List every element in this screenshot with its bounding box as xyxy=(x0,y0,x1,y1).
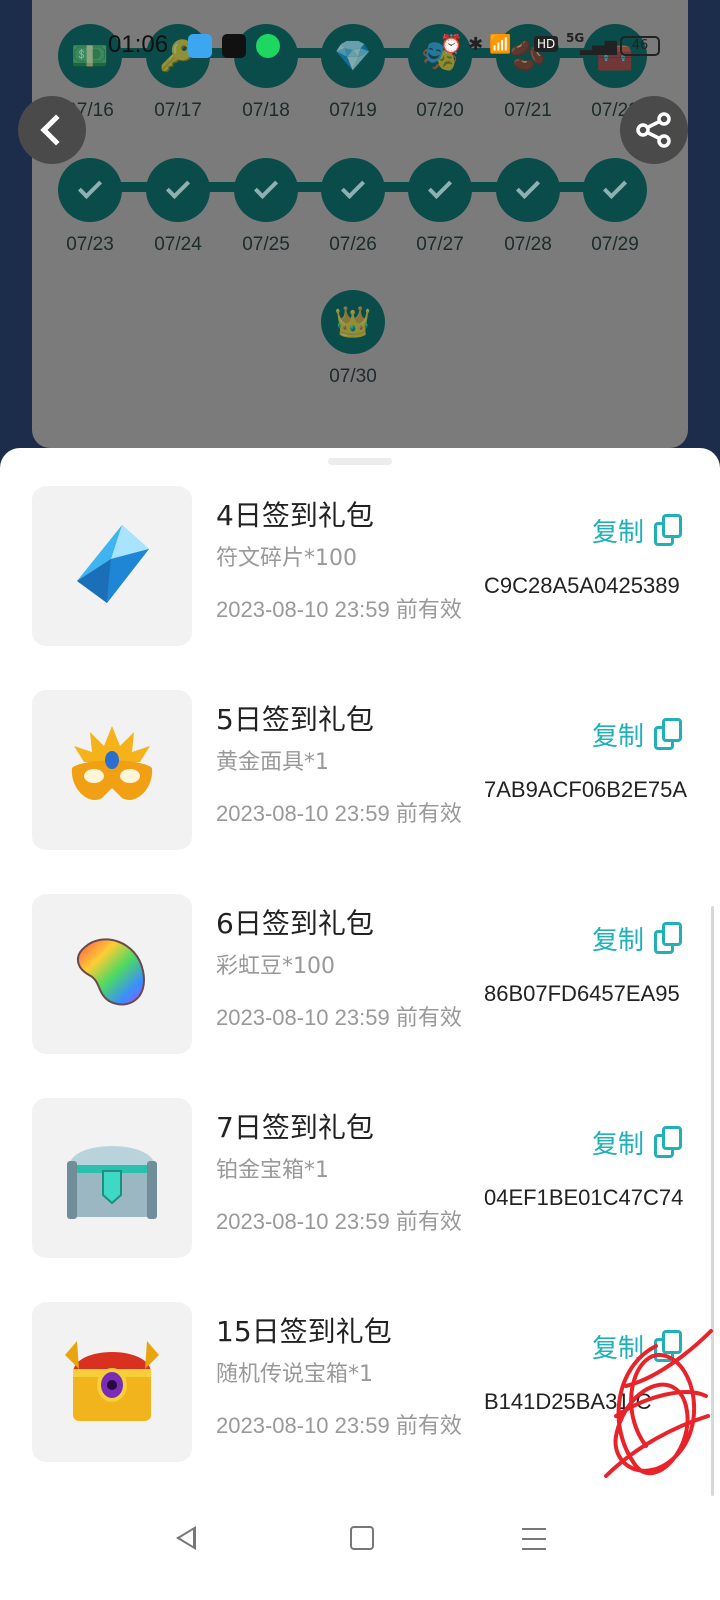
check-icon xyxy=(77,174,103,200)
gift-code-row: 5日签到礼包黄金面具*1 2023-08-10 23:59 前有效 复制 7AB9AC… xyxy=(0,690,720,850)
gift-code: 86B07FD6457EA95 xyxy=(484,981,680,1006)
back-button[interactable] xyxy=(18,96,86,164)
check-icon xyxy=(427,174,453,200)
system-nav-bar xyxy=(0,1506,720,1600)
calendar-date-label: 07/20 xyxy=(416,100,464,121)
calendar-day-node[interactable] xyxy=(58,158,122,222)
copy-button[interactable]: 复制 xyxy=(592,714,683,754)
calendar-date-label: 07/19 xyxy=(329,100,377,121)
gift-expiry: 2023-08-10 23:59 前有效 xyxy=(216,1209,462,1234)
copy-button[interactable]: 复制 xyxy=(592,1122,683,1162)
gift-item: 黄金面具*1 xyxy=(216,750,329,775)
chevron-left-icon xyxy=(40,114,72,146)
gift-item: 随机传说宝箱*1 xyxy=(216,1362,373,1387)
calendar-day-node[interactable] xyxy=(146,158,210,222)
share-button[interactable] xyxy=(620,96,688,164)
gift-expiry: 2023-08-10 23:59 前有效 xyxy=(216,1005,462,1030)
copy-button[interactable]: 复制 xyxy=(592,510,683,550)
calendar-day-node[interactable] xyxy=(583,158,647,222)
copy-icon xyxy=(654,514,683,546)
calendar-day-node[interactable] xyxy=(408,158,472,222)
hd-badge: HD xyxy=(534,36,559,52)
calendar-date-label: 07/23 xyxy=(66,234,114,255)
battery-icon: 46 xyxy=(620,36,660,56)
copy-label: 复制 xyxy=(592,517,645,548)
copy-icon xyxy=(654,1126,683,1158)
copy-label: 复制 xyxy=(592,721,645,752)
legendary-chest-icon xyxy=(57,1325,167,1439)
gift-thumbnail xyxy=(32,1302,192,1462)
gift-title: 15日签到礼包 xyxy=(216,1315,392,1348)
calendar-date-label: 07/28 xyxy=(504,234,552,255)
weather-app-icon xyxy=(188,34,212,58)
calendar-date-label: 07/30 xyxy=(329,366,377,387)
sheet-drag-handle[interactable] xyxy=(328,458,392,465)
copy-button[interactable]: 复制 xyxy=(592,918,683,958)
nav-menu-icon[interactable] xyxy=(522,1528,546,1550)
spotify-app-icon xyxy=(256,34,280,58)
calendar-date-label: 07/26 xyxy=(329,234,377,255)
gift-thumbnail xyxy=(32,486,192,646)
redaction-scribble xyxy=(604,1329,713,1478)
share-icon xyxy=(636,112,671,148)
check-icon xyxy=(602,174,628,200)
gift-item: 符文碎片*100 xyxy=(216,546,357,571)
copy-label: 复制 xyxy=(592,1129,645,1160)
nav-home-icon[interactable] xyxy=(350,1526,374,1550)
check-icon xyxy=(253,174,279,200)
checkin-calendar-card: 💵 07/16 🔑 07/17 07/18 💎 07/19 🎭 07/20 🫘 07/21 🧰 07/2… xyxy=(32,0,688,448)
gift-code: C9C28A5A0425389 xyxy=(484,573,680,598)
treasure-chest-icon: 👑 xyxy=(334,304,372,340)
platinum-chest-icon xyxy=(57,1121,167,1235)
gift-code-row: 7日签到礼包铂金宝箱*1 2023-08-10 23:59 前有效 复制 04EF1B… xyxy=(0,1098,720,1258)
calendar-date-label: 07/29 xyxy=(591,234,639,255)
gift-code: 7AB9ACF06B2E75A xyxy=(484,777,688,802)
gift-expiry: 2023-08-10 23:59 前有效 xyxy=(216,801,462,826)
signal-bars-icon: ▂▄▆ xyxy=(580,36,617,55)
calendar-date-label: 07/25 xyxy=(242,234,290,255)
copy-label: 复制 xyxy=(592,925,645,956)
calendar-date-label: 07/17 xyxy=(154,100,202,121)
nav-back-icon[interactable] xyxy=(176,1526,196,1550)
status-time: 01:06 xyxy=(108,31,169,58)
gift-expiry: 2023-08-10 23:59 前有效 xyxy=(216,1413,462,1438)
calendar-date-label: 07/27 xyxy=(416,234,464,255)
tiktok-app-icon xyxy=(222,34,246,58)
check-icon xyxy=(515,174,541,200)
gift-title: 4日签到礼包 xyxy=(216,499,374,532)
calendar-date-label: 07/24 xyxy=(154,234,202,255)
calendar-day-node[interactable] xyxy=(321,158,385,222)
golden-mask-icon xyxy=(62,718,162,822)
gift-title: 6日签到礼包 xyxy=(216,907,374,940)
calendar-day-node[interactable]: 👑 xyxy=(321,290,385,354)
gift-item: 彩虹豆*100 xyxy=(216,954,335,979)
calendar-day-node[interactable] xyxy=(234,158,298,222)
signal-icons: ⏰ ✱ 📶 xyxy=(440,34,512,55)
calendar-date-label: 07/18 xyxy=(242,100,290,121)
gift-thumbnail xyxy=(32,690,192,850)
gift-code: 04EF1BE01C47C74 xyxy=(484,1185,684,1210)
check-icon xyxy=(340,174,366,200)
check-icon xyxy=(165,174,191,200)
rune-crystal-icon xyxy=(67,519,157,613)
gift-item: 铂金宝箱*1 xyxy=(216,1158,329,1183)
gift-thumbnail xyxy=(32,1098,192,1258)
rainbow-bean-icon xyxy=(67,927,157,1021)
gift-code-row: 6日签到礼包彩虹豆*100 2023-08-10 23:59 前有效 复制 86B07… xyxy=(0,894,720,1054)
gift-title: 5日签到礼包 xyxy=(216,703,374,736)
gift-code-row: 4日签到礼包符文碎片*100 2023-08-10 23:59 前有效 复制 C9C2… xyxy=(0,486,720,646)
gift-title: 7日签到礼包 xyxy=(216,1111,374,1144)
calendar-day-node[interactable] xyxy=(496,158,560,222)
calendar-date-label: 07/21 xyxy=(504,100,552,121)
gift-expiry: 2023-08-10 23:59 前有效 xyxy=(216,597,462,622)
gift-thumbnail xyxy=(32,894,192,1054)
copy-icon xyxy=(654,718,683,750)
copy-icon xyxy=(654,922,683,954)
status-bar: 01:06 ⏰ ✱ 📶 HD 5G ▂▄▆ 46 xyxy=(0,28,720,64)
